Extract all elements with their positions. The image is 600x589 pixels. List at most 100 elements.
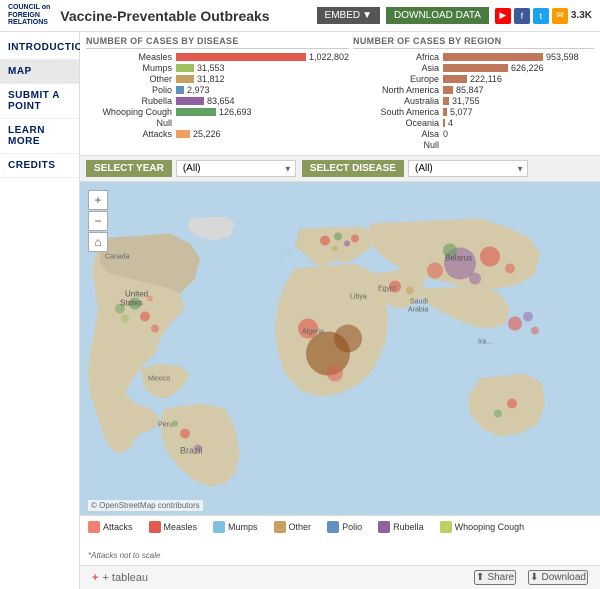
region-stats-panel: NUMBER OF CASES BY REGION Africa 953,598… xyxy=(353,36,594,151)
content-area: NUMBER OF CASES BY DISEASE Measles 1,022… xyxy=(80,32,600,589)
disease-row-whooping: Whooping Cough 126,693 xyxy=(86,107,349,117)
other-legend-dot xyxy=(274,521,286,533)
whooping-cough-legend-label: Whooping Cough xyxy=(455,522,525,532)
twitter-icon[interactable]: t xyxy=(533,8,549,24)
region-row-asia: Asia 626,226 xyxy=(353,63,594,73)
map-controls: + − ⌂ xyxy=(88,190,108,252)
measles-bar xyxy=(176,53,306,61)
region-row-europe: Europe 222,116 xyxy=(353,74,594,84)
svg-text:Arabia: Arabia xyxy=(408,307,428,314)
legend-item-mumps: Mumps xyxy=(213,521,258,533)
rubella-legend-label: Rubella xyxy=(393,522,424,532)
other-bar xyxy=(176,75,194,83)
zoom-in-button[interactable]: + xyxy=(88,190,108,210)
sidebar-item-learn[interactable]: LEARN MORE xyxy=(0,119,79,154)
disease-dropdown-wrap: (All) xyxy=(408,160,528,177)
zoom-out-button[interactable]: − xyxy=(88,211,108,231)
embed-button[interactable]: EMBED ▼ xyxy=(317,7,380,24)
share-label: Share xyxy=(487,572,514,583)
legend-item-whooping: Whooping Cough xyxy=(440,521,525,533)
mumps-legend-label: Mumps xyxy=(228,522,258,532)
disease-stats-panel: NUMBER OF CASES BY DISEASE Measles 1,022… xyxy=(86,36,349,151)
youtube-icon[interactable]: ▶ xyxy=(495,8,511,24)
svg-text:Belarus: Belarus xyxy=(445,254,472,263)
region-row-africa: Africa 953,598 xyxy=(353,52,594,62)
region-row-oceania: Oceania 4 xyxy=(353,118,594,128)
download-icon: ⬇ xyxy=(530,572,538,583)
svg-text:Algeria: Algeria xyxy=(302,329,324,336)
disease-selector-group: SELECT DISEASE (All) xyxy=(302,160,528,177)
legend: Attacks Measles Mumps Other Polio xyxy=(80,515,600,565)
top-actions: EMBED ▼ DOWNLOAD DATA ▶ f t ✉ 3.3K xyxy=(317,7,592,24)
disease-row-polio: Polio 2,973 xyxy=(86,85,349,95)
region-stats-title: NUMBER OF CASES BY REGION xyxy=(353,36,594,49)
disease-row-null: Null xyxy=(86,118,349,128)
whooping-bar xyxy=(176,108,216,116)
world-map: United States Canada Mexico Brazil Peru … xyxy=(80,182,600,515)
facebook-icon[interactable]: f xyxy=(514,8,530,24)
sidebar-item-map[interactable]: MAP xyxy=(0,60,79,84)
measles-legend-dot xyxy=(149,521,161,533)
svg-text:States: States xyxy=(120,299,143,308)
legend-note: *Attacks not to scale xyxy=(88,551,592,560)
map-credit: © OpenStreetMap contributors xyxy=(88,500,203,511)
svg-text:Egypt: Egypt xyxy=(378,286,396,293)
sidebar: INTRODUCTION MAP SUBMIT A POINT LEARN MO… xyxy=(0,32,80,589)
measles-legend-label: Measles xyxy=(164,522,198,532)
page-title: Vaccine-Preventable Outbreaks xyxy=(60,8,316,24)
other-legend-label: Other xyxy=(289,522,312,532)
disease-selector-label: SELECT DISEASE xyxy=(302,160,404,177)
disease-row-measles: Measles 1,022,802 xyxy=(86,52,349,62)
download-label: Download xyxy=(542,572,586,583)
logo-text-line3: RELATIONS xyxy=(8,19,50,27)
disease-dropdown[interactable]: (All) xyxy=(408,160,528,177)
polio-legend-dot xyxy=(327,521,339,533)
svg-text:Brazil: Brazil xyxy=(180,446,203,456)
footer-actions: ⬆ Share ⬇ Download xyxy=(474,570,588,585)
download-button[interactable]: ⬇ Download xyxy=(528,570,588,585)
logo: COUNCIL on FOREIGN RELATIONS xyxy=(8,4,50,27)
tableau-label: + tableau xyxy=(102,572,148,584)
svg-text:Libya: Libya xyxy=(350,294,367,301)
tableau-logo: + + tableau xyxy=(92,572,148,584)
follow-count: 3.3K xyxy=(571,10,592,21)
sidebar-item-credits[interactable]: CREDITS xyxy=(0,154,79,178)
disease-row-other: Other 31,812 xyxy=(86,74,349,84)
sidebar-item-submit[interactable]: SUBMIT A POINT xyxy=(0,84,79,119)
social-icons: ▶ f t ✉ 3.3K xyxy=(495,8,592,24)
mumps-legend-dot xyxy=(213,521,225,533)
region-row-australia: Australia 31,755 xyxy=(353,96,594,106)
legend-item-attacks: Attacks xyxy=(88,521,133,533)
selectors-row: SELECT YEAR (All) SELECT DISEASE (All) xyxy=(80,156,600,182)
logo-text-line1: COUNCIL on xyxy=(8,4,50,12)
stats-section: NUMBER OF CASES BY DISEASE Measles 1,022… xyxy=(80,32,600,156)
footer: + + tableau ⬆ Share ⬇ Download xyxy=(80,565,600,589)
sidebar-item-introduction[interactable]: INTRODUCTION xyxy=(0,36,79,60)
year-dropdown[interactable]: (All) xyxy=(176,160,296,177)
svg-text:United: United xyxy=(125,290,148,299)
home-button[interactable]: ⌂ xyxy=(88,232,108,252)
disease-row-attacks: Attacks 25,226 xyxy=(86,129,349,139)
region-row-south-america: South America 5,077 xyxy=(353,107,594,117)
svg-text:Saudi: Saudi xyxy=(410,299,428,306)
mumps-bar xyxy=(176,64,194,72)
polio-legend-label: Polio xyxy=(342,522,362,532)
logo-text-line2: FOREIGN xyxy=(8,12,50,20)
tableau-plus-icon: + xyxy=(92,572,98,584)
top-bar: COUNCIL on FOREIGN RELATIONS Vaccine-Pre… xyxy=(0,0,600,32)
share-button[interactable]: ⬆ Share xyxy=(474,570,516,585)
legend-item-polio: Polio xyxy=(327,521,362,533)
whooping-legend-dot xyxy=(440,521,452,533)
map-area[interactable]: United States Canada Mexico Brazil Peru … xyxy=(80,182,600,515)
region-row-alsa: Alsa 0 xyxy=(353,129,594,139)
svg-text:Mexico: Mexico xyxy=(148,376,170,383)
svg-text:Canada: Canada xyxy=(105,254,130,261)
share-icon: ⬆ xyxy=(476,572,484,583)
svg-text:Ira...: Ira... xyxy=(478,339,492,346)
legend-item-rubella: Rubella xyxy=(378,521,424,533)
attacks-legend-dot xyxy=(88,521,100,533)
download-data-button[interactable]: DOWNLOAD DATA xyxy=(386,7,489,24)
rubella-bar xyxy=(176,97,204,105)
legend-item-other: Other xyxy=(274,521,312,533)
rss-icon[interactable]: ✉ xyxy=(552,8,568,24)
